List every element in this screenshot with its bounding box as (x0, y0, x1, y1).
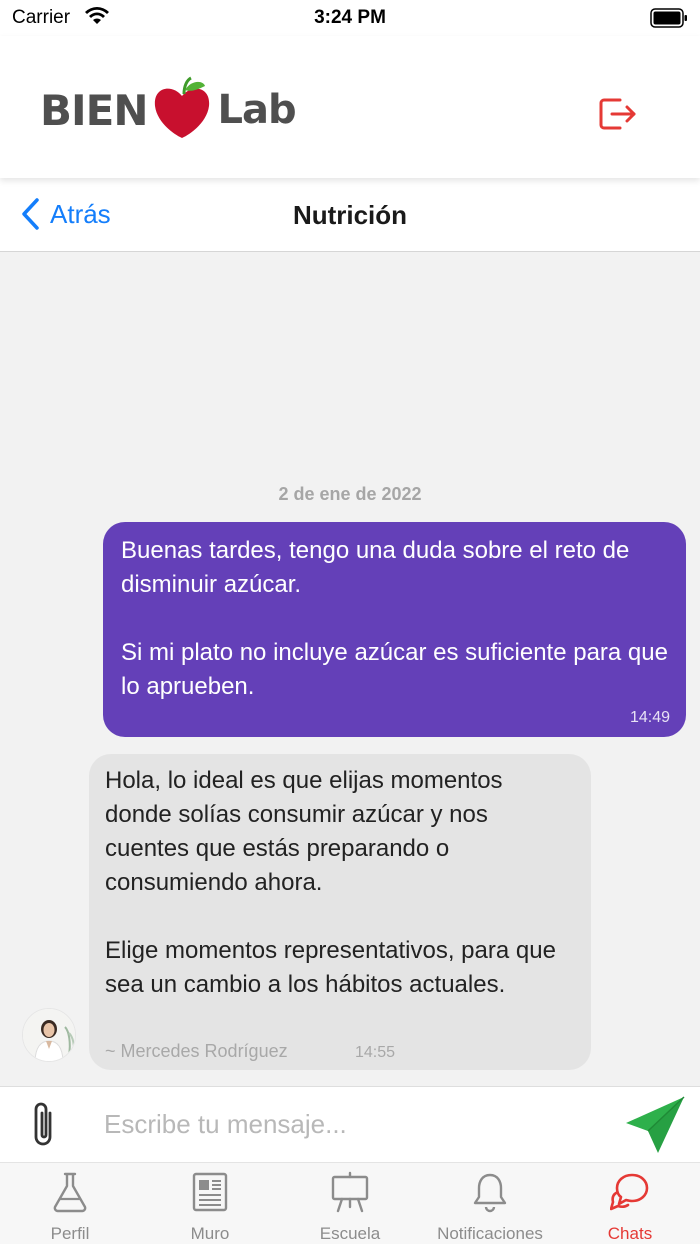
app-header: BIEN Lab (0, 36, 700, 178)
incoming-message[interactable]: Hola, lo ideal es que elijas momentos do… (89, 754, 591, 1070)
tab-label: Escuela (319, 1224, 381, 1243)
logout-button[interactable] (596, 92, 640, 136)
message-text: Hola, lo ideal es que elijas momentos do… (105, 767, 556, 998)
tab-perfil[interactable]: Perfil (0, 1163, 140, 1244)
tab-label: Perfil (50, 1224, 90, 1243)
date-separator: 2 de ene de 2022 (278, 484, 422, 504)
navigation-bar: Atrás Nutrición (0, 178, 700, 252)
bell-icon (473, 1173, 507, 1213)
attach-button[interactable] (24, 1097, 64, 1153)
tab-label: Notificaciones (437, 1224, 543, 1243)
newspaper-icon (192, 1172, 228, 1212)
message-time: 14:49 (629, 709, 670, 726)
message-sender: ~ Mercedes Rodríguez (105, 1041, 288, 1061)
avatar[interactable] (22, 1008, 76, 1062)
tab-chats[interactable]: Chats (560, 1163, 700, 1244)
chat-bubbles-icon (610, 1173, 649, 1211)
user-photo-icon (23, 1009, 75, 1061)
flask-icon (53, 1172, 87, 1213)
easel-icon (331, 1171, 369, 1213)
status-time: 3:24 PM (314, 7, 386, 28)
tab-notificaciones[interactable]: Notificaciones (420, 1163, 560, 1244)
send-icon (626, 1096, 685, 1153)
tab-bar: Perfil Muro Escuela Notificaciones Chats (0, 1162, 700, 1244)
message-time: 14:55 (355, 1044, 396, 1061)
message-composer (0, 1086, 700, 1162)
logout-icon (599, 98, 636, 130)
message-input[interactable] (104, 1099, 604, 1149)
paperclip-icon (34, 1102, 52, 1146)
status-bar: Carrier 3:24 PM (0, 0, 700, 36)
logo-text-bien: BIEN (40, 85, 148, 135)
page-title: Nutrición (292, 200, 408, 230)
send-button[interactable] (624, 1093, 688, 1157)
tab-escuela[interactable]: Escuela (280, 1163, 420, 1244)
message-text: Buenas tardes, tengo una duda sobre el r… (121, 537, 668, 700)
bienlab-logo: BIEN Lab (40, 70, 297, 150)
tab-label: Muro (190, 1224, 230, 1243)
battery-icon (650, 8, 688, 33)
outgoing-message[interactable]: Buenas tardes, tengo una duda sobre el r… (103, 522, 686, 737)
tab-label: Chats (607, 1224, 653, 1243)
chat-messages-area[interactable]: 2 de ene de 2022 Buenas tardes, tengo un… (0, 252, 700, 1086)
logo-text-lab: Lab (217, 87, 296, 133)
tab-muro[interactable]: Muro (140, 1163, 280, 1244)
apple-heart-icon (151, 76, 213, 145)
